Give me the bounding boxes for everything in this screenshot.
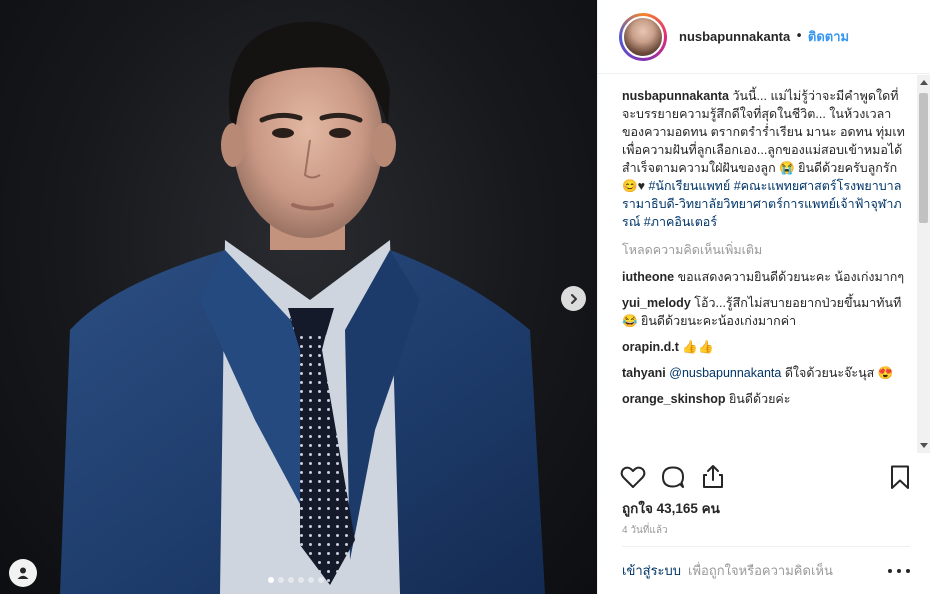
comment-username[interactable]: orange_skinshop [622, 392, 726, 406]
tagged-users-button[interactable] [9, 559, 37, 587]
bookmark-icon [891, 465, 909, 489]
post-caption: nusbapunnakanta วันนี้... แม่ไม่รู้ว่าจะ… [622, 87, 905, 231]
post-actions [598, 455, 930, 499]
more-options-button[interactable] [888, 565, 910, 577]
comment-text: ยินดีด้วยค่ะ [725, 392, 791, 406]
comment-item: tahyani @nusbapunnakanta ดีใจด้วยนะจ๊ะนุ… [622, 364, 905, 382]
carousel-dot [308, 577, 314, 583]
post-timestamp[interactable]: 4 วันที่แล้ว [622, 523, 668, 538]
comment-item: yui_melody โอ้ว...รู้สึกไม่สบายอยากป่วยข… [622, 294, 905, 330]
login-prompt-bar: เข้าสู่ระบบ เพื่อถูกใจหรือความคิดเห็น [622, 546, 910, 594]
comments-scrollbar[interactable] [917, 75, 930, 453]
like-button[interactable] [619, 463, 647, 491]
comment-username[interactable]: iutheone [622, 270, 674, 284]
comments-section: nusbapunnakanta วันนี้... แม่ไม่รู้ว่าจะ… [598, 75, 930, 453]
login-link[interactable]: เข้าสู่ระบบ [622, 560, 681, 581]
caption-text: วันนี้... แม่ไม่รู้ว่าจะมีคำพูดใดที่จะบร… [622, 89, 905, 193]
caption-username[interactable]: nusbapunnakanta [622, 89, 729, 103]
post-side-panel: nusbapunnakanta • ติดตาม nusbapunnakanta… [597, 0, 930, 594]
more-options-icon [888, 569, 892, 573]
carousel-dot [278, 577, 284, 583]
next-photo-button[interactable] [561, 286, 586, 311]
comment-item: orange_skinshop ยินดีด้วยค่ะ [622, 390, 905, 408]
avatar[interactable] [622, 15, 664, 58]
login-prompt-text: เพื่อถูกใจหรือความคิดเห็น [688, 563, 833, 578]
follow-button[interactable]: ติดตาม [808, 26, 849, 47]
comment-text: ขอแสดงความยินดีด้วยนะคะ น้องเก่งมากๆ [674, 270, 905, 284]
user-tag-icon [17, 567, 29, 579]
comment-text: ดีใจด้วยนะจ๊ะนุส 😍 [781, 366, 894, 380]
scroll-down-arrow-icon[interactable] [920, 443, 928, 448]
hashtag-link[interactable]: #ภาคอินเตอร์ [644, 215, 717, 229]
chevron-right-icon [570, 293, 577, 304]
comment-button[interactable] [659, 463, 687, 491]
post-header: nusbapunnakanta • ติดตาม [598, 0, 930, 74]
carousel-dot [298, 577, 304, 583]
avatar-story-ring[interactable] [619, 12, 667, 61]
scroll-up-arrow-icon[interactable] [920, 80, 928, 85]
carousel-dot [268, 577, 274, 583]
share-button[interactable] [699, 463, 727, 491]
hashtag-link[interactable]: #นักเรียนแพทย์ [648, 179, 730, 193]
comment-item: orapin.d.t 👍👍 [622, 338, 905, 356]
mention-link[interactable]: @nusbapunnakanta [669, 366, 781, 380]
comment-username[interactable]: tahyani [622, 366, 666, 380]
header-username[interactable]: nusbapunnakanta [679, 29, 790, 44]
carousel-indicator [268, 577, 324, 583]
share-icon [703, 465, 723, 488]
comment-text: 👍👍 [678, 340, 714, 354]
post-photo[interactable] [0, 0, 597, 594]
comment-item: iutheone ขอแสดงความยินดีด้วยนะคะ น้องเก่… [622, 268, 905, 286]
comment-username[interactable]: orapin.d.t [622, 340, 679, 354]
comment-icon [662, 466, 684, 488]
scrollbar-thumb[interactable] [919, 93, 928, 223]
comment-username[interactable]: yui_melody [622, 296, 691, 310]
header-separator: • [795, 29, 803, 44]
heart-icon [620, 466, 646, 488]
load-more-comments-button[interactable]: โหลดความคิดเห็นเพิ่มเติม [622, 240, 905, 260]
save-button[interactable] [886, 463, 914, 491]
likes-count[interactable]: ถูกใจ 43,165 คน [622, 497, 720, 519]
carousel-dot [288, 577, 294, 583]
portrait-image [60, 21, 545, 594]
instagram-post-modal: nusbapunnakanta • ติดตาม nusbapunnakanta… [0, 0, 930, 594]
carousel-dot [318, 577, 324, 583]
